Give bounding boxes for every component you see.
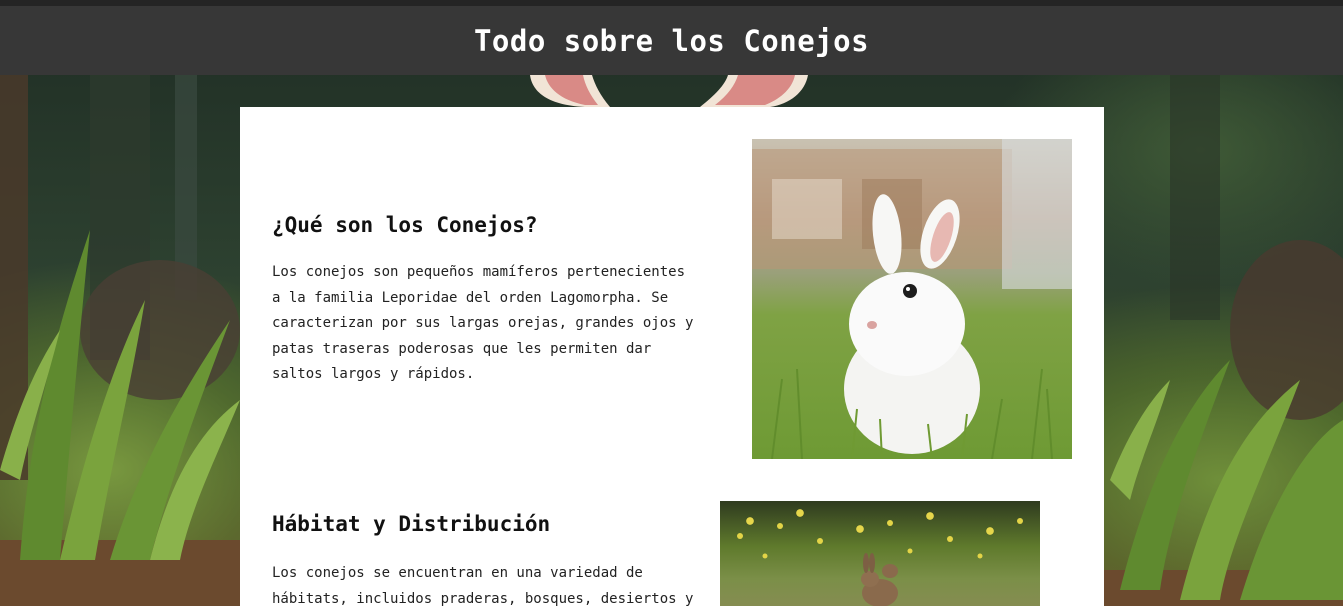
section-paragraph: Los conejos son pequeños mamíferos perte… — [272, 260, 732, 388]
section-paragraph: Los conejos se encuentran en una varieda… — [272, 561, 732, 606]
wild-rabbit-photo — [720, 501, 1040, 606]
page-header: Todo sobre los Conejos — [0, 6, 1343, 75]
section-heading: ¿Qué son los Conejos? — [272, 213, 538, 237]
white-bunny-illustration — [752, 139, 1072, 459]
paragraph-line: a la familia Leporidae del orden Lagomor… — [272, 289, 669, 306]
section-que-son: ¿Qué son los Conejos? Los conejos son pe… — [272, 213, 732, 388]
paragraph-line: saltos largos y rápidos. — [272, 366, 475, 382]
paragraph-line: Los conejos se encuentran en una varieda… — [272, 565, 643, 581]
content-card: ¿Qué son los Conejos? Los conejos son pe… — [240, 107, 1104, 606]
wild-rabbit-illustration — [737, 518, 1023, 606]
section-heading: Hábitat y Distribución — [272, 512, 551, 536]
section-habitat: Hábitat y Distribución Los conejos se en… — [272, 512, 732, 606]
paragraph-line: caracterizan por sus largas orejas, gran… — [272, 315, 694, 331]
paragraph-line: Los conejos son pequeños mamíferos perte… — [272, 264, 686, 280]
paragraph-line: patas traseras poderosas que les permite… — [272, 340, 652, 357]
paragraph-line: hábitats, incluidos praderas, bosques, d… — [272, 590, 694, 606]
page-title: Todo sobre los Conejos — [473, 23, 870, 58]
white-bunny-photo — [752, 139, 1072, 459]
